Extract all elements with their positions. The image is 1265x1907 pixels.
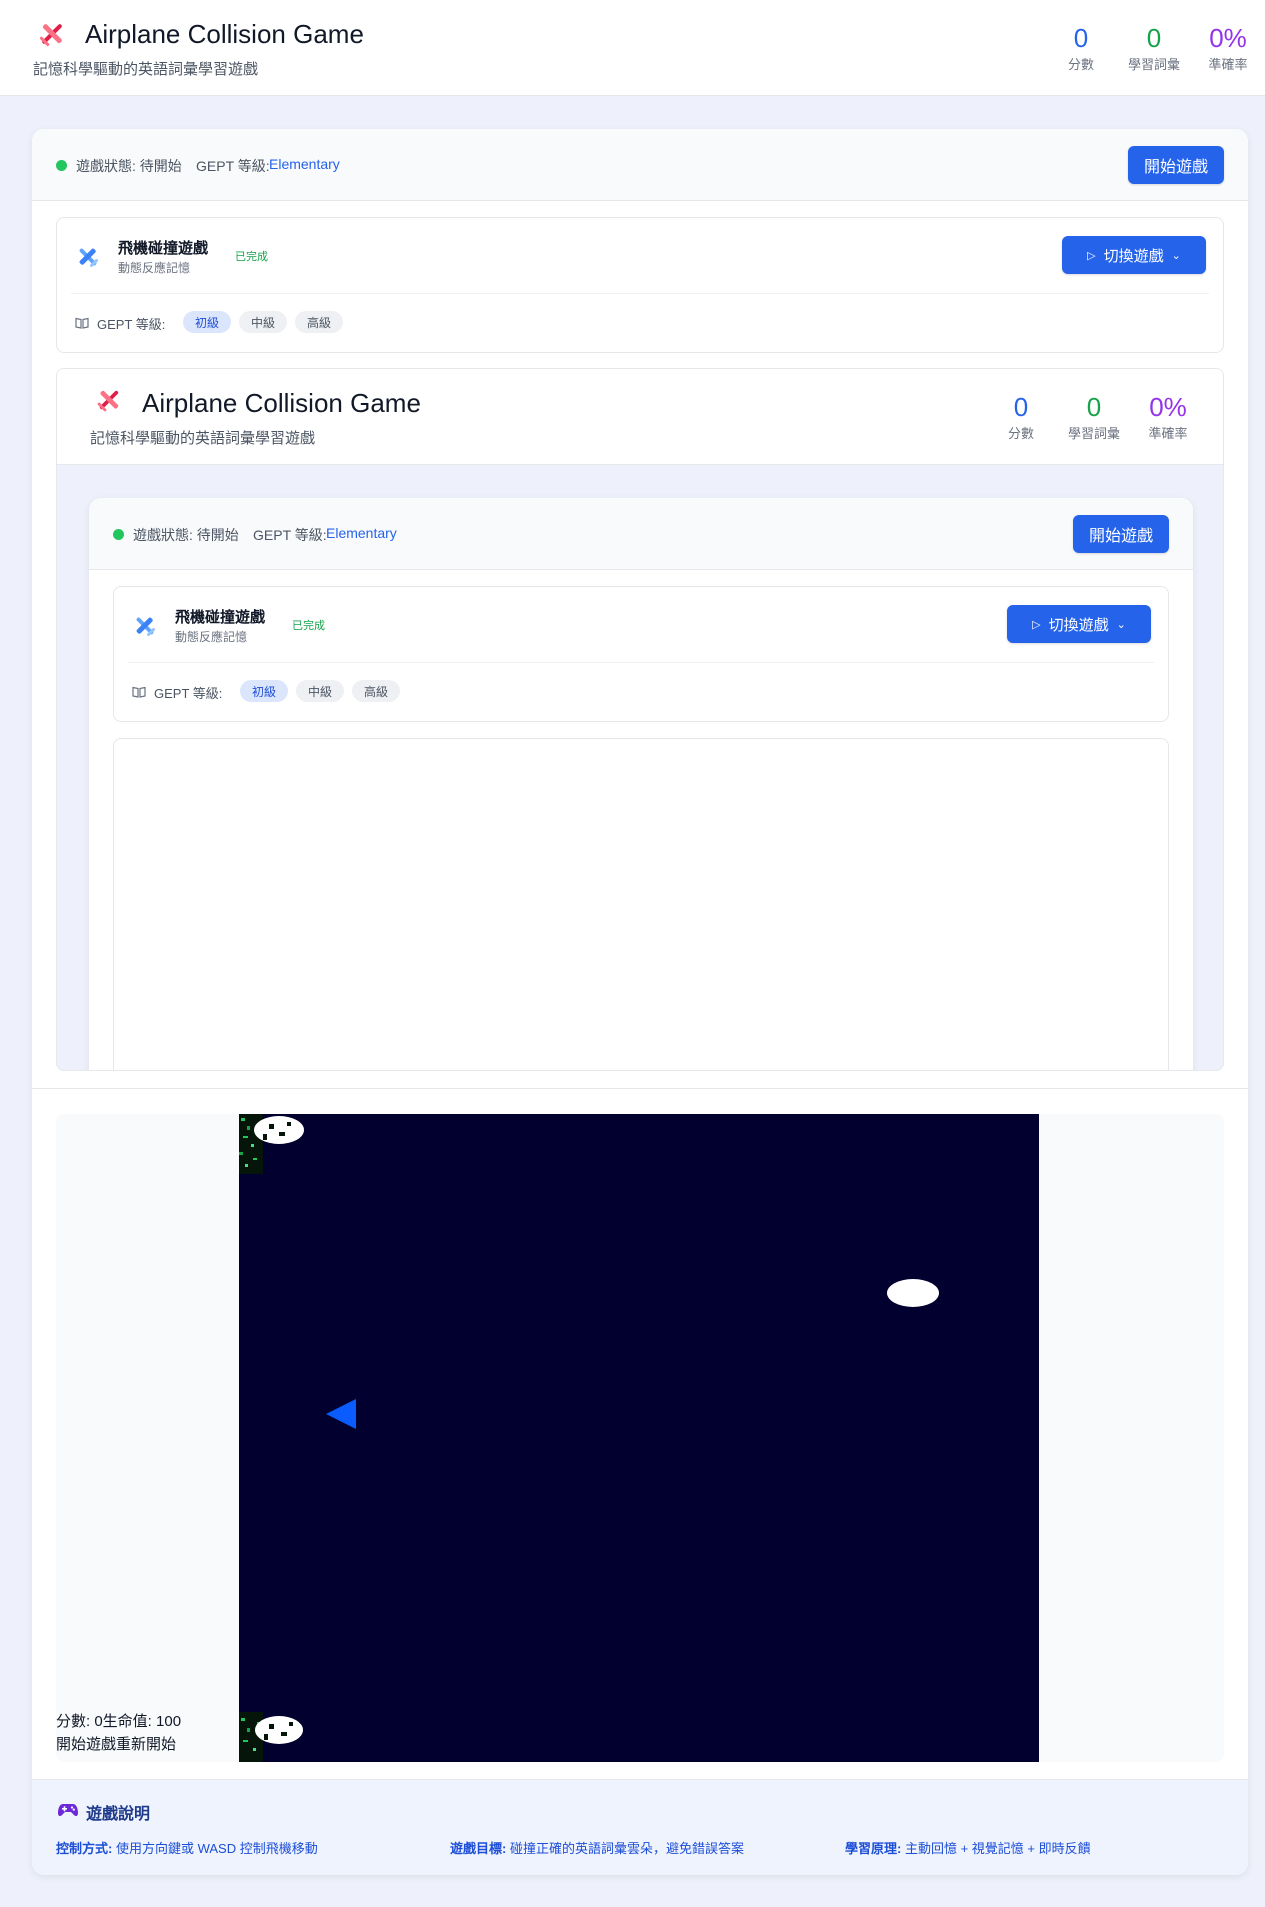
game-subtitle: 動態反應記憶	[118, 261, 191, 275]
gept-level-value: Elementary	[269, 156, 340, 172]
embedded-app-frame: Airplane Collision Game 記憶科學驅動的英語詞彙學習遊戲 …	[56, 368, 1224, 1071]
embedded-score-stat: 0 分數	[997, 393, 1045, 442]
embedded-status-bar: 遊戲狀態: 待開始 GEPT 等級: Elementary 開始遊戲	[89, 498, 1193, 570]
game-canvas[interactable]	[239, 1114, 1039, 1762]
instruction-principle-text: 主動回憶 + 視覺記憶 + 即時反饋	[904, 1841, 1091, 1856]
level-chip-intermediate[interactable]: 中級	[239, 311, 288, 333]
embedded-accuracy-label: 準確率	[1148, 426, 1188, 441]
level-chip-group: 初級 中級 高級	[183, 311, 351, 333]
embedded-score-label: 分數	[1007, 426, 1034, 441]
switch-game-label: 切換遊戲	[1103, 247, 1164, 265]
accuracy-value: 0%	[1209, 23, 1247, 53]
embedded-accuracy-stat: 0% 準確率	[1143, 393, 1193, 442]
word-cloud	[887, 1279, 939, 1307]
gept-level-label: GEPT 等級:	[196, 158, 270, 174]
level-chip-elementary[interactable]: 初級	[183, 311, 232, 333]
embedded-airplane-icon	[94, 385, 124, 415]
embedded-level-chip-group: 初級 中級 高級	[240, 680, 408, 702]
instruction-controls-label: 控制方式:	[56, 1841, 113, 1856]
words-label: 學習詞彙	[1127, 57, 1180, 72]
instruction-controls-text: 使用方向鍵或 WASD 控制飛機移動	[115, 1841, 318, 1856]
accuracy-stat: 0% 準確率	[1203, 24, 1253, 73]
instruction-goal-label: 遊戲目標:	[450, 1841, 507, 1856]
embedded-gept-level-value: Elementary	[326, 525, 397, 541]
instruction-principle: 學習原理: 主動回憶 + 視覺記憶 + 即時反饋	[845, 1838, 1091, 1857]
status-dot	[56, 160, 67, 171]
main-card: 遊戲狀態: 待開始 GEPT 等級: Elementary 開始遊戲 飛機碰撞遊…	[32, 129, 1248, 1875]
embedded-start-game-button[interactable]: 開始遊戲	[1073, 515, 1169, 553]
embedded-play-icon: ▷	[1032, 618, 1041, 631]
embedded-game-airplane-icon	[132, 613, 158, 639]
app-subtitle: 記憶科學驅動的英語詞彙學習遊戲	[33, 61, 259, 78]
player-airplane	[326, 1399, 356, 1429]
embedded-title: Airplane Collision Game	[142, 388, 421, 418]
embedded-main-card: 遊戲狀態: 待開始 GEPT 等級: Elementary 開始遊戲 飛機碰撞遊…	[89, 498, 1193, 1070]
embedded-game-title: 飛機碰撞遊戲	[175, 609, 266, 626]
gept-level-selector-label: GEPT 等級:	[97, 317, 166, 332]
embedded-subtitle: 記憶科學驅動的英語詞彙學習遊戲	[90, 430, 316, 447]
embedded-header: Airplane Collision Game 記憶科學驅動的英語詞彙學習遊戲 …	[57, 369, 1223, 465]
embedded-chevron-down-icon: ⌄	[1116, 618, 1126, 631]
embedded-card-divider	[128, 662, 1154, 663]
level-chip-advanced[interactable]: 高級	[295, 311, 344, 333]
words-stat: 0 學習詞彙	[1123, 24, 1185, 73]
status-bar: 遊戲狀態: 待開始 GEPT 等級: Elementary 開始遊戲	[32, 129, 1248, 201]
embedded-status-dot	[113, 529, 124, 540]
game-selector-card: 飛機碰撞遊戲 動態反應記憶 已完成 ▷ 切換遊戲 ⌄ GEPT 等級: 初級 中…	[56, 217, 1224, 353]
game-airplane-icon	[75, 244, 101, 270]
game-status-text: 遊戲狀態: 待開始	[76, 158, 182, 174]
embedded-words-value: 0	[1086, 392, 1102, 422]
instructions-panel: 遊戲說明 控制方式: 使用方向鍵或 WASD 控制飛機移動 遊戲目標: 碰撞正確…	[32, 1779, 1248, 1875]
embedded-words-stat: 0 學習詞彙	[1063, 393, 1125, 442]
switch-game-button[interactable]: ▷ 切換遊戲 ⌄	[1062, 236, 1206, 274]
airplane-icon	[36, 18, 68, 50]
cloud-sprite-top	[239, 1114, 304, 1174]
game-title: 飛機碰撞遊戲	[118, 240, 209, 257]
app-header: Airplane Collision Game 記憶科學驅動的英語詞彙學習遊戲 …	[0, 0, 1265, 96]
score-label: 分數	[1067, 57, 1094, 72]
embedded-game-selector-card: 飛機碰撞遊戲 動態反應記憶 已完成 ▷ 切換遊戲 ⌄ GEPT 等級: 初級 中…	[113, 586, 1169, 722]
embedded-game-area	[113, 738, 1169, 1070]
instruction-goal: 遊戲目標: 碰撞正確的英語詞彙雲朵，避免錯誤答案	[450, 1838, 744, 1857]
embedded-stats: 0 分數 0 學習詞彙 0% 準確率	[997, 393, 1193, 442]
embedded-game-subtitle: 動態反應記憶	[175, 630, 248, 644]
game-hud-score-lives: 分數: 0生命值: 100	[56, 1713, 182, 1730]
start-game-button[interactable]: 開始遊戲	[1128, 146, 1224, 184]
embedded-score-value: 0	[1013, 392, 1029, 422]
embedded-gept-level-label: GEPT 等級:	[253, 527, 327, 543]
header-stats: 0 分數 0 學習詞彙 0% 準確率	[1057, 24, 1253, 73]
instructions-title: 遊戲說明	[86, 1806, 151, 1823]
embedded-game-status-text: 遊戲狀態: 待開始	[133, 527, 239, 543]
embedded-switch-game-label: 切換遊戲	[1048, 616, 1109, 634]
app-title: Airplane Collision Game	[85, 19, 364, 49]
instruction-goal-text: 碰撞正確的英語詞彙雲朵，避免錯誤答案	[509, 1841, 744, 1856]
game-hud-controls[interactable]: 開始遊戲重新開始	[56, 1733, 176, 1754]
section-divider	[32, 1088, 1248, 1089]
chevron-down-icon: ⌄	[1171, 249, 1181, 262]
instruction-controls: 控制方式: 使用方向鍵或 WASD 控制飛機移動	[56, 1838, 318, 1857]
card-divider	[71, 293, 1209, 294]
embedded-completed-badge: 已完成	[292, 620, 325, 632]
game-area: 分數: 0生命值: 100 開始遊戲重新開始	[56, 1114, 1224, 1762]
embedded-words-label: 學習詞彙	[1067, 426, 1120, 441]
words-value: 0	[1146, 23, 1162, 53]
embedded-switch-game-button[interactable]: ▷ 切換遊戲 ⌄	[1007, 605, 1151, 643]
completed-badge: 已完成	[235, 251, 268, 263]
score-stat: 0 分數	[1057, 24, 1105, 73]
embedded-level-chip-advanced[interactable]: 高級	[352, 680, 401, 702]
embedded-gept-level-selector-label: GEPT 等級:	[154, 686, 223, 701]
play-icon: ▷	[1087, 249, 1096, 262]
score-value: 0	[1073, 23, 1089, 53]
instruction-principle-label: 學習原理:	[845, 1841, 902, 1856]
embedded-accuracy-value: 0%	[1149, 392, 1187, 422]
embedded-level-chip-elementary[interactable]: 初級	[240, 680, 289, 702]
cloud-sprite-bottom	[239, 1712, 303, 1762]
embedded-book-icon	[132, 685, 146, 703]
embedded-level-chip-intermediate[interactable]: 中級	[296, 680, 345, 702]
accuracy-label: 準確率	[1208, 57, 1248, 72]
gamepad-icon	[58, 1802, 78, 1823]
book-icon	[75, 316, 89, 334]
